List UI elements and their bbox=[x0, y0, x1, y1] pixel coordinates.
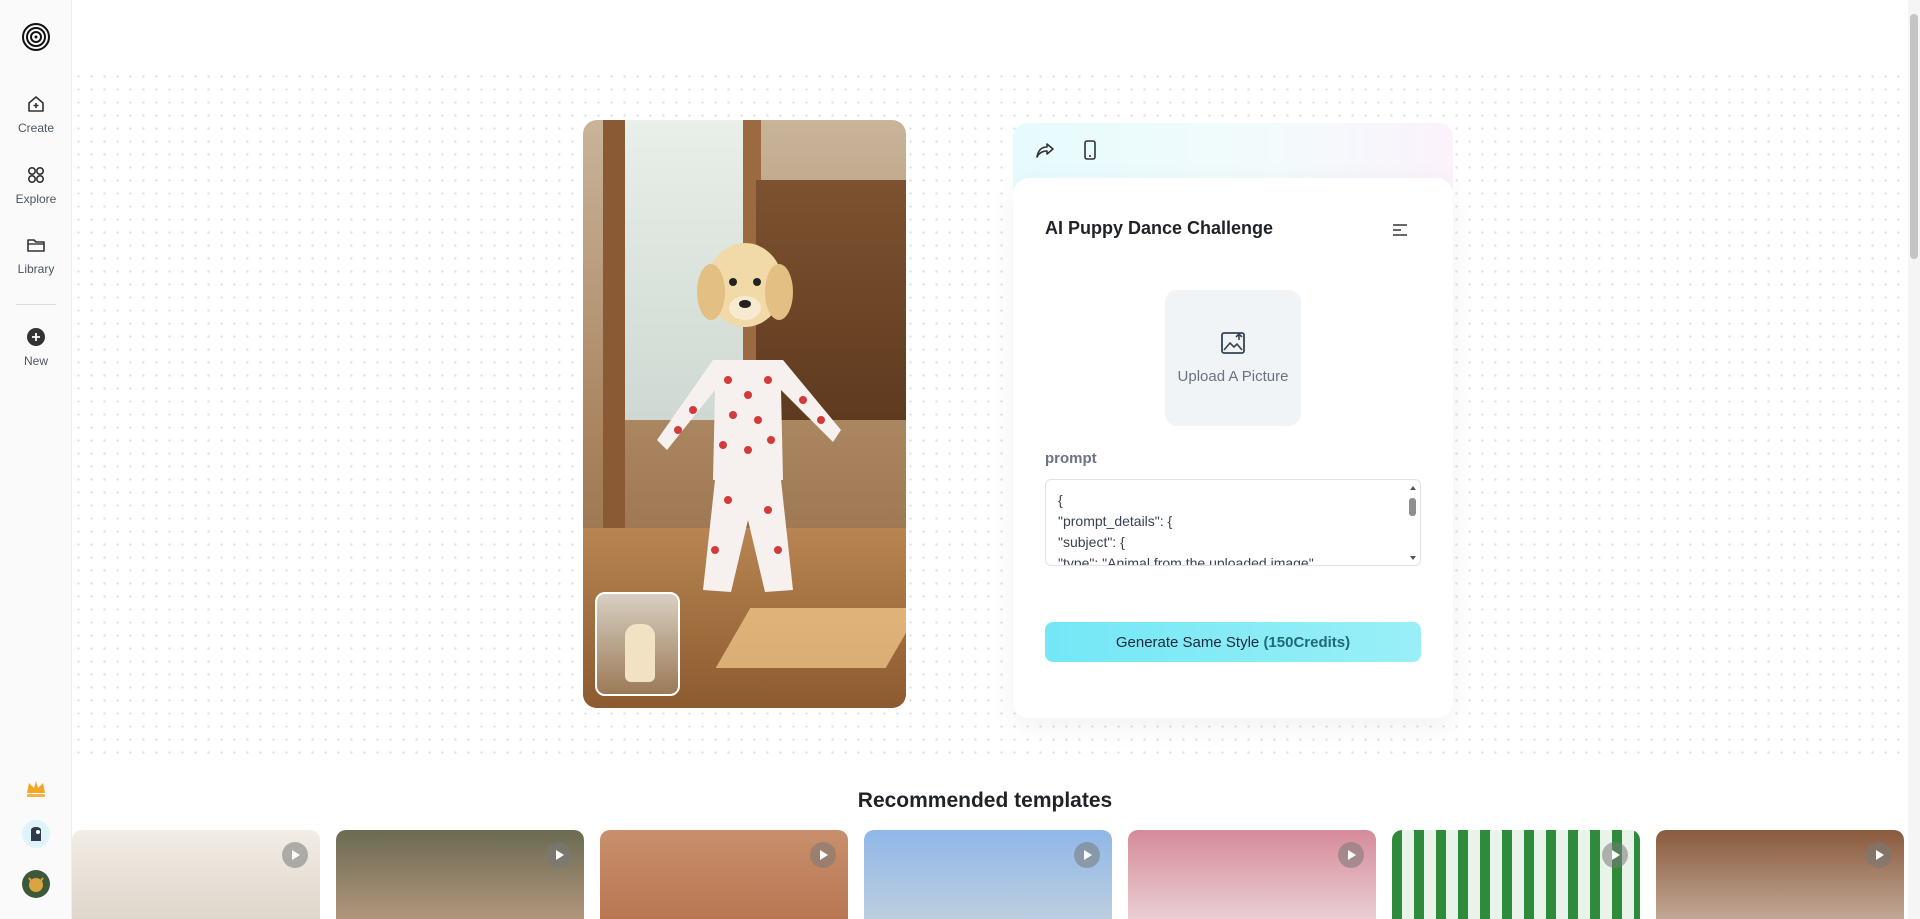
sidebar-item-label: Library bbox=[17, 262, 55, 276]
generate-button-label: Generate Same Style bbox=[1115, 633, 1260, 651]
sidebar-item-new[interactable]: New bbox=[0, 326, 72, 368]
play-icon[interactable] bbox=[810, 842, 836, 868]
prompt-textarea[interactable]: { "prompt_details": { "subject": { "type… bbox=[1045, 479, 1421, 566]
recommended-title: Recommended templates bbox=[857, 789, 1113, 812]
prompt-scrollbar[interactable] bbox=[1408, 482, 1418, 564]
template-card[interactable] bbox=[600, 830, 848, 919]
sidebar: Create Explore Library New bbox=[0, 0, 72, 919]
play-icon[interactable] bbox=[282, 842, 308, 868]
sidebar-item-create[interactable]: Create bbox=[0, 93, 72, 135]
avatar-icon bbox=[31, 827, 41, 841]
upload-picture-button[interactable]: Upload A Picture bbox=[1165, 290, 1301, 426]
sidebar-item-explore[interactable]: Explore bbox=[0, 164, 72, 206]
stage-background bbox=[72, 70, 1910, 760]
prompt-label: prompt bbox=[1045, 450, 1097, 467]
explore-icon bbox=[27, 166, 45, 184]
play-icon[interactable] bbox=[1602, 842, 1628, 868]
avatar-icon bbox=[28, 877, 44, 892]
template-card[interactable] bbox=[72, 830, 320, 919]
template-card[interactable] bbox=[1392, 830, 1640, 919]
template-card[interactable] bbox=[1656, 830, 1904, 919]
page-scrollbar[interactable] bbox=[1908, 0, 1920, 919]
template-card[interactable] bbox=[336, 830, 584, 919]
template-card[interactable] bbox=[1128, 830, 1376, 919]
sidebar-divider bbox=[16, 304, 56, 305]
menu-icon[interactable] bbox=[1390, 220, 1410, 240]
page-scroll-thumb[interactable] bbox=[1910, 14, 1918, 259]
thumbnail-puppy bbox=[625, 624, 655, 682]
upload-label: Upload A Picture bbox=[1177, 368, 1289, 385]
share-icon[interactable] bbox=[1033, 138, 1057, 162]
page-title: AI Puppy Dance Challenge bbox=[1045, 218, 1274, 238]
sidebar-item-library[interactable]: Library bbox=[0, 234, 72, 276]
generate-button[interactable]: Generate Same Style (150Credits) bbox=[1045, 622, 1421, 662]
video-thumbnail[interactable] bbox=[595, 592, 680, 696]
create-icon bbox=[28, 96, 44, 112]
image-upload-icon bbox=[1221, 332, 1245, 354]
puppy-illustration bbox=[657, 243, 841, 592]
sidebar-item-label: Explore bbox=[15, 192, 57, 206]
prompt-scroll-thumb[interactable] bbox=[1409, 498, 1416, 516]
play-icon[interactable] bbox=[546, 842, 572, 868]
play-icon[interactable] bbox=[1866, 842, 1892, 868]
sidebar-item-label: New bbox=[23, 354, 48, 368]
template-card[interactable] bbox=[864, 830, 1112, 919]
library-icon bbox=[27, 239, 45, 252]
phone-icon[interactable] bbox=[1078, 138, 1102, 162]
profile-avatar[interactable] bbox=[22, 870, 50, 898]
plus-circle-icon bbox=[27, 328, 45, 346]
play-icon[interactable] bbox=[1074, 842, 1100, 868]
logo-icon[interactable] bbox=[21, 22, 51, 52]
template-carousel bbox=[72, 830, 1910, 919]
prompt-text[interactable]: { "prompt_details": { "subject": { "type… bbox=[1058, 490, 1318, 565]
generate-button-credits: (150Credits) bbox=[1263, 633, 1351, 651]
play-icon[interactable] bbox=[1338, 842, 1364, 868]
sidebar-item-label: Create bbox=[17, 121, 55, 135]
user-avatar[interactable] bbox=[22, 820, 50, 848]
